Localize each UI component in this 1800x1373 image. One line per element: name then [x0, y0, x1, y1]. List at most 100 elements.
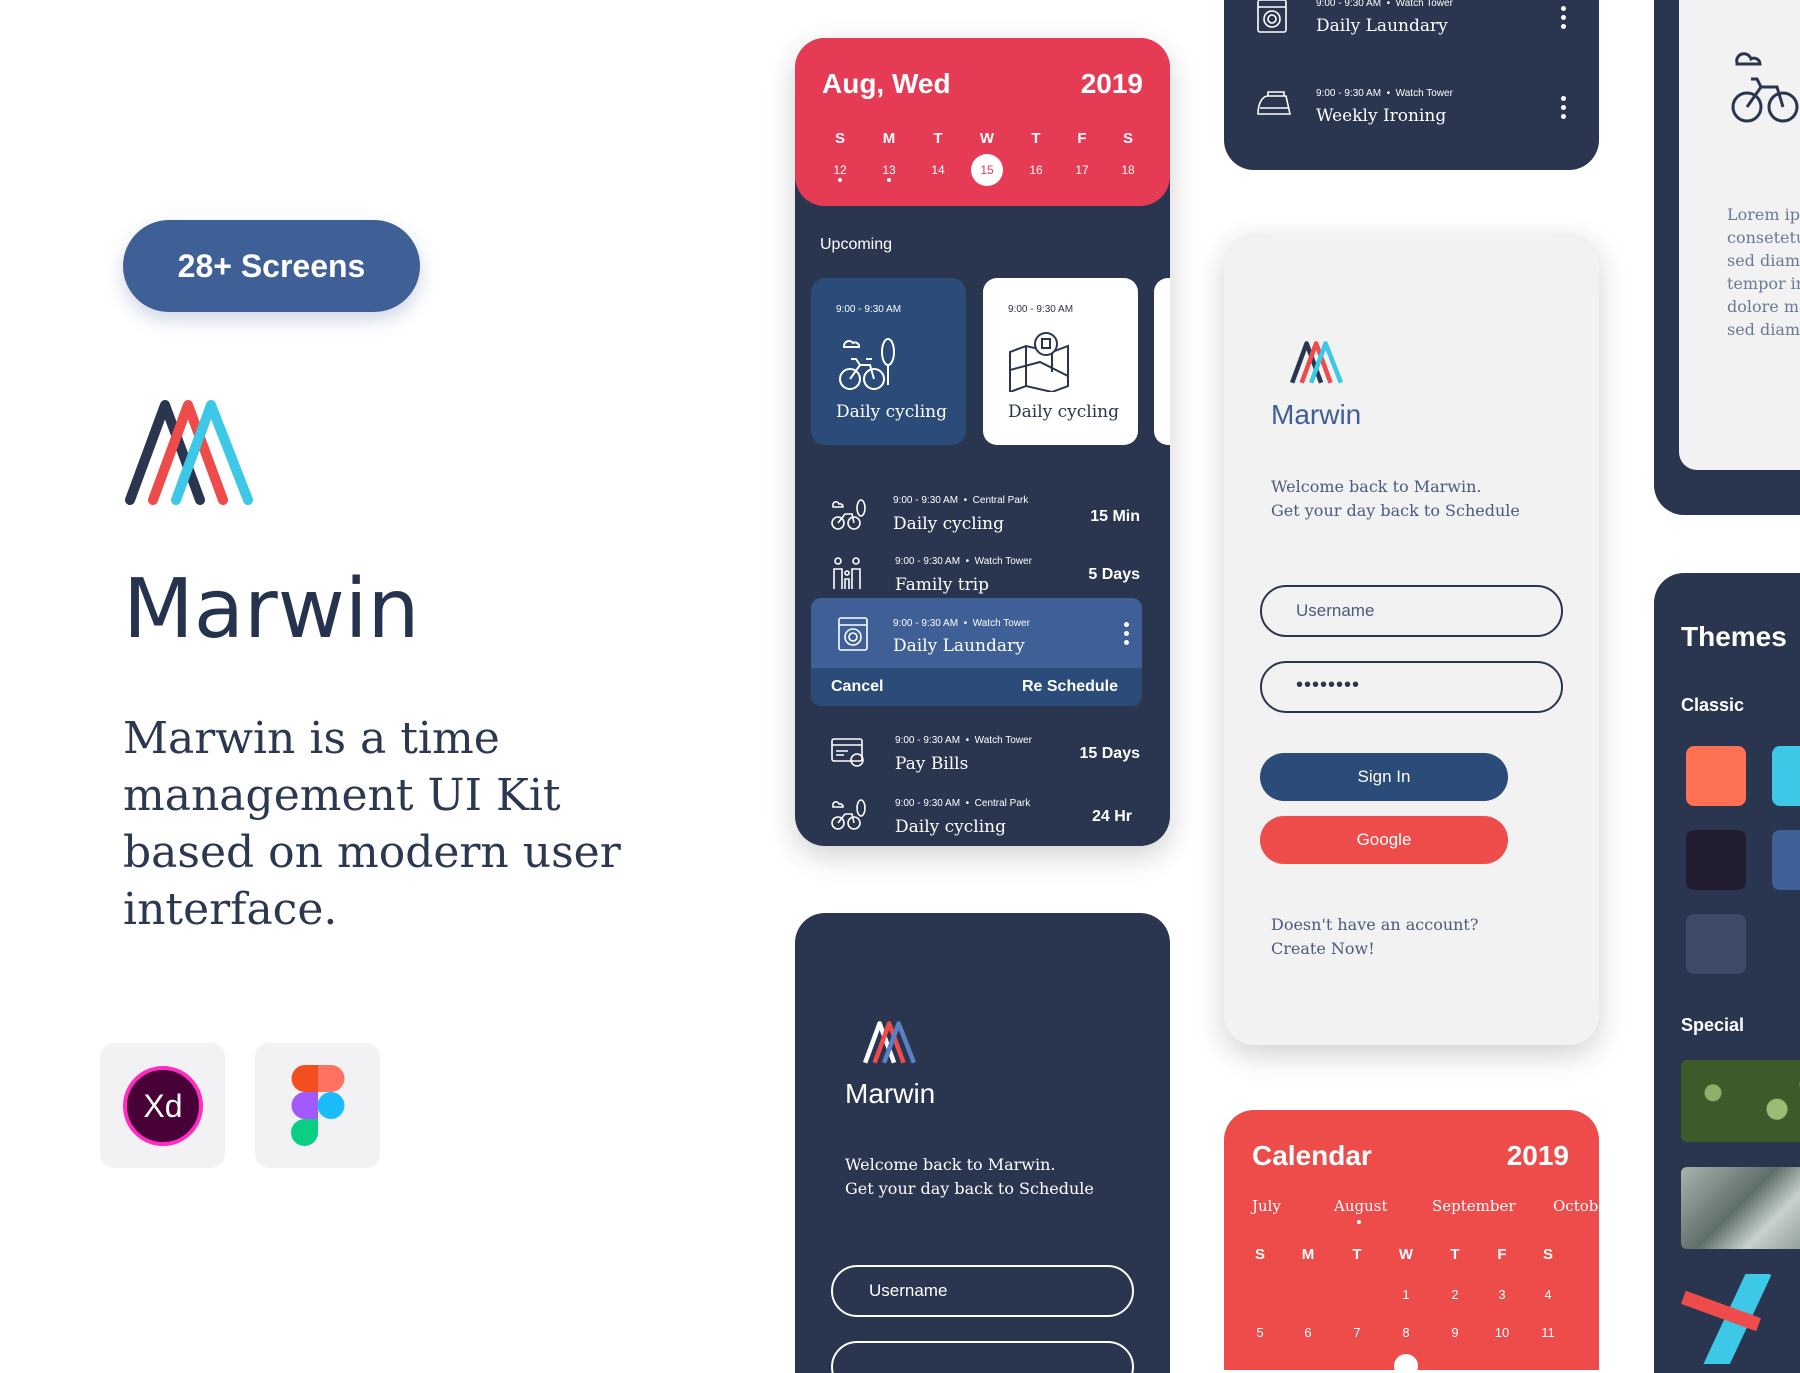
tool-figma — [255, 1043, 380, 1168]
row-title: Daily Laundary — [893, 636, 1025, 656]
row-time: 9:00 - 9:30 AM • Watch Tower — [1316, 88, 1453, 99]
calendar-day[interactable]: 8 — [1391, 1325, 1421, 1340]
more-options-icon[interactable] — [1124, 622, 1129, 649]
calendar-day[interactable]: 5 — [1245, 1325, 1275, 1340]
date-cell[interactable]: 13 — [874, 163, 904, 177]
theme-swatch[interactable] — [1686, 746, 1746, 806]
bicycle-icon — [1731, 52, 1799, 123]
login-welcome: Welcome back to Marwin. Get your day back… — [845, 1155, 1094, 1198]
theme-swatch[interactable] — [1772, 830, 1800, 890]
weekday-label: T — [933, 130, 943, 147]
weekday-label: T — [1352, 1246, 1362, 1263]
date-cell[interactable]: 17 — [1067, 163, 1097, 177]
theme-swatch[interactable] — [1686, 914, 1746, 974]
weekday-label: T — [1031, 130, 1041, 147]
selected-day-marker — [1394, 1354, 1418, 1370]
month-tab-active[interactable]: August — [1334, 1197, 1387, 1215]
selected-date-cell[interactable]: 15 — [971, 154, 1003, 186]
password-field[interactable]: •••••••• — [1260, 661, 1563, 713]
calendar-day[interactable]: 2 — [1440, 1287, 1470, 1302]
marwin-logo — [863, 1021, 917, 1064]
more-options-icon[interactable] — [1561, 96, 1566, 123]
dark-login-screen: Marwin Welcome back to Marwin. Get your d… — [795, 913, 1170, 1373]
weekday-label: M — [1301, 1246, 1315, 1263]
bicycle-icon — [831, 799, 866, 830]
row-duration: 15 Min — [1090, 508, 1140, 525]
upcoming-tile-peek[interactable] — [1154, 278, 1170, 445]
google-button[interactable]: Google — [1260, 816, 1508, 864]
calendar-day[interactable]: 7 — [1342, 1325, 1372, 1340]
more-options-icon[interactable] — [1561, 6, 1566, 33]
date-cell[interactable]: 14 — [923, 163, 953, 177]
row-duration: 5 Days — [1088, 566, 1140, 583]
event-dot — [838, 178, 842, 182]
tile-time: 9:00 - 9:30 AM — [1008, 304, 1074, 315]
row-duration: 24 Hr — [1091, 808, 1132, 825]
calendar-year: 2019 — [1506, 1140, 1569, 1171]
row-time: 9:00 - 9:30 AM • Watch Tower — [1316, 0, 1453, 9]
row-time: 9:00 - 9:30 AM • Watch Tower — [893, 618, 1030, 629]
calendar-day[interactable]: 11 — [1533, 1325, 1563, 1340]
calendar-day[interactable]: 4 — [1533, 1287, 1563, 1302]
row-title: Daily Laundary — [1316, 16, 1448, 36]
month-tab[interactable]: Octobe — [1553, 1197, 1599, 1215]
expanded-row[interactable]: 9:00 - 9:30 AM • Watch Tower Daily Laund… — [811, 598, 1142, 706]
calendar-day[interactable]: 3 — [1487, 1287, 1517, 1302]
tile-time: 9:00 - 9:30 AM — [836, 304, 902, 315]
onboarding-text: Lorem ipsconsetetu sed diamtempor in dol… — [1727, 205, 1800, 339]
marwin-logo — [125, 400, 253, 505]
calendar-screen: Calendar 2019 July August September Octo… — [1224, 1110, 1599, 1370]
washing-machine-icon — [838, 617, 868, 651]
weekday-label: W — [1398, 1246, 1414, 1263]
theme-image-abstract[interactable] — [1681, 1274, 1800, 1364]
upcoming-tile[interactable]: 9:00 - 9:30 AM Daily cycling — [811, 278, 966, 445]
username-field[interactable]: Username — [831, 1265, 1134, 1317]
row-time: 9:00 - 9:30 AM • Watch Tower — [895, 556, 1032, 567]
brand-title: Marwin — [123, 562, 420, 657]
create-account-link[interactable]: Create Now! — [1271, 937, 1478, 961]
classic-heading: Classic — [1681, 695, 1745, 715]
date-cell[interactable]: 12 — [825, 163, 855, 177]
bills-icon — [831, 738, 864, 767]
login-brand: Marwin — [845, 1078, 936, 1109]
calendar-day[interactable]: 1 — [1391, 1287, 1421, 1302]
sign-in-button[interactable]: Sign In — [1260, 753, 1508, 801]
weekday-label: S — [1254, 1246, 1265, 1263]
theme-image-stone[interactable] — [1681, 1167, 1800, 1249]
special-heading: Special — [1681, 1015, 1745, 1035]
calendar-day[interactable]: 9 — [1440, 1325, 1470, 1340]
calendar-day[interactable]: 10 — [1487, 1325, 1517, 1340]
weekday-label: S — [1542, 1246, 1553, 1263]
calendar-title: Calendar — [1252, 1140, 1372, 1171]
row-title: Family trip — [895, 575, 990, 595]
cancel-button[interactable]: Cancel — [831, 678, 883, 696]
username-field[interactable]: Username — [1260, 585, 1563, 637]
map-icon — [1009, 332, 1069, 392]
date-cell[interactable]: 18 — [1113, 163, 1143, 177]
date-cell[interactable]: 16 — [1021, 163, 1051, 177]
row-title: Daily cycling — [893, 514, 1004, 534]
calendar-day[interactable]: 6 — [1293, 1325, 1323, 1340]
iron-icon — [1257, 91, 1291, 115]
reschedule-button[interactable]: Re Schedule — [1022, 678, 1118, 696]
theme-swatch[interactable] — [1772, 746, 1800, 806]
theme-image-leaves[interactable] — [1681, 1060, 1800, 1142]
current-year: 2019 — [1080, 68, 1143, 99]
figma-icon — [291, 1065, 345, 1146]
current-date: Aug, Wed — [822, 68, 951, 99]
weekday-label: T — [1450, 1246, 1460, 1263]
password-field[interactable] — [831, 1341, 1134, 1373]
themes-title: Themes — [1681, 621, 1787, 652]
weekday-label: F — [1497, 1246, 1507, 1263]
active-month-dot — [1357, 1220, 1361, 1224]
theme-swatch[interactable] — [1686, 830, 1746, 890]
weekday-label: F — [1077, 130, 1087, 147]
month-tab[interactable]: July — [1252, 1197, 1281, 1215]
weekday-label: W — [979, 130, 995, 147]
row-time: 9:00 - 9:30 AM • Central Park — [895, 798, 1031, 809]
month-tab[interactable]: September — [1432, 1197, 1516, 1215]
row-title: Daily cycling — [895, 817, 1006, 837]
weekday-label: S — [834, 130, 845, 147]
upcoming-tile[interactable]: 9:00 - 9:30 AM Daily cycling — [983, 278, 1138, 445]
row-actions: Cancel Re Schedule — [811, 668, 1142, 706]
